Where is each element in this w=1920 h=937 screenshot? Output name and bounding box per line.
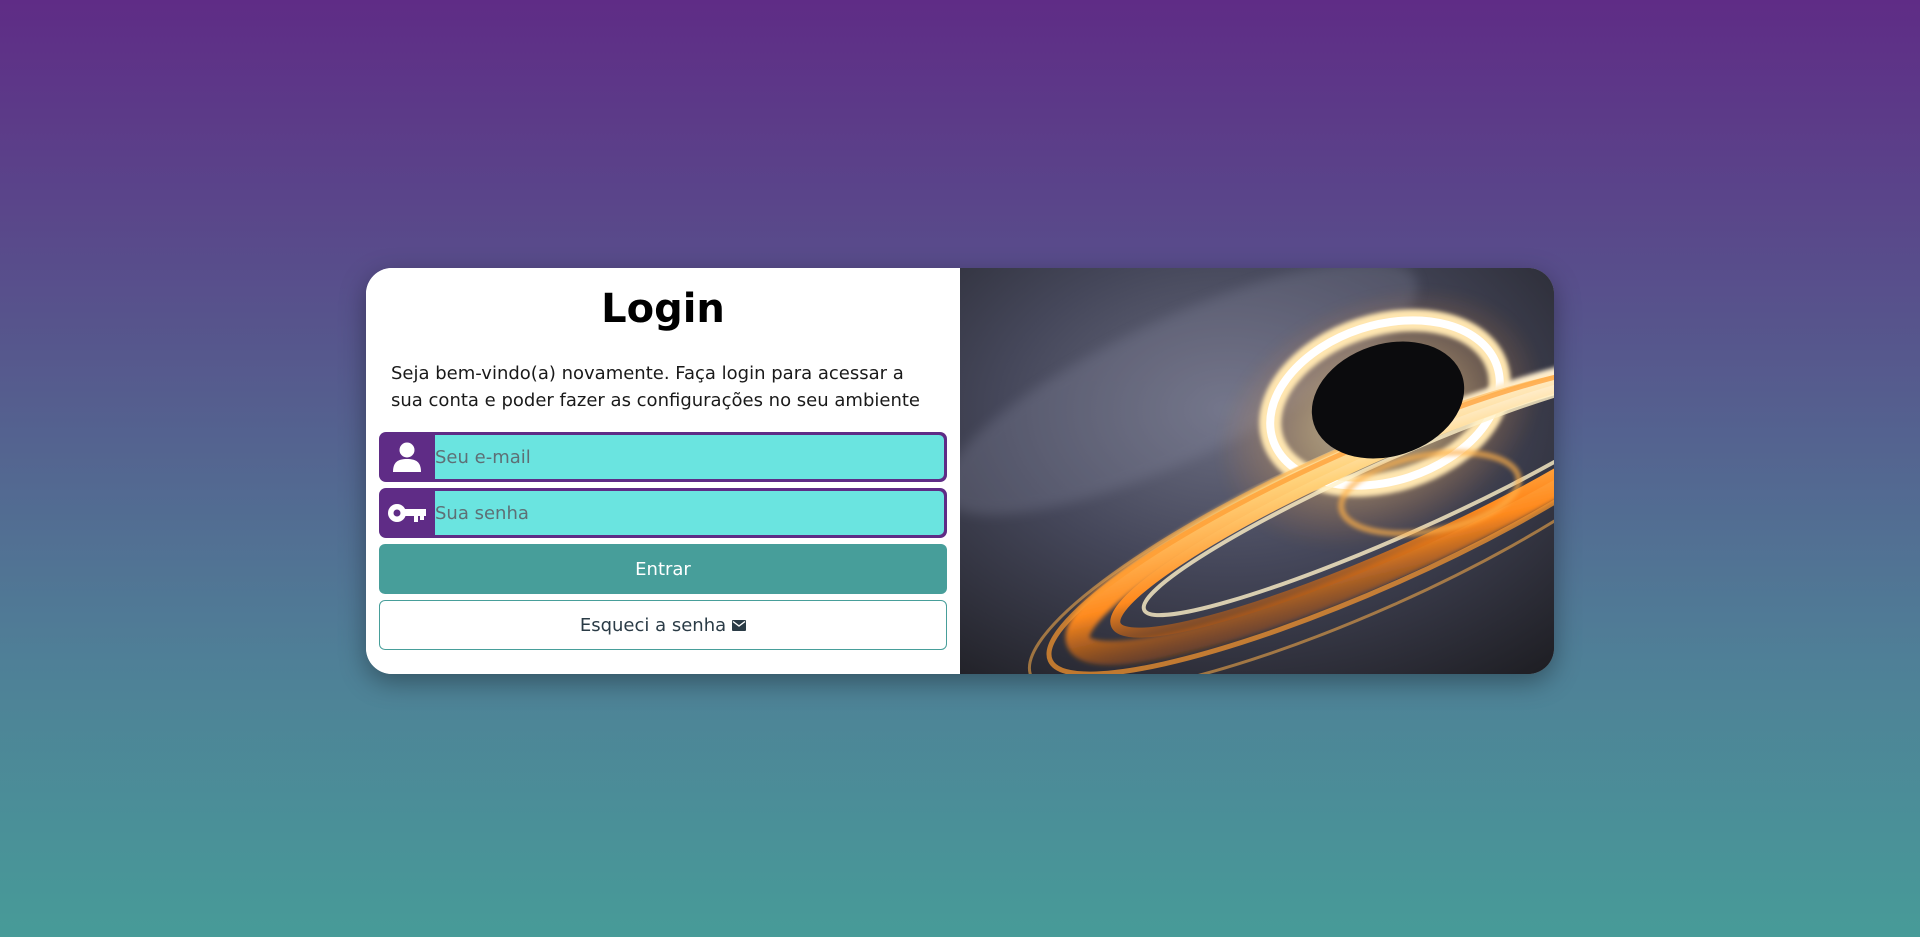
forgot-password-button[interactable]: Esqueci a senha	[379, 600, 947, 650]
login-card: Login Seja bem-vindo(a) novamente. Faça …	[366, 268, 1554, 674]
forgot-password-label: Esqueci a senha	[579, 614, 727, 636]
welcome-text: Seja bem-vindo(a) novamente. Faça login …	[391, 363, 920, 411]
page-title: Login	[601, 286, 725, 332]
login-button[interactable]: Entrar	[379, 544, 947, 594]
email-field[interactable]	[435, 435, 944, 479]
password-field-group	[379, 488, 947, 538]
password-field[interactable]	[435, 491, 944, 535]
email-field-group	[379, 432, 947, 482]
hero-image	[960, 268, 1554, 674]
user-icon	[379, 432, 435, 482]
envelope-icon	[732, 615, 747, 636]
black-hole-illustration	[960, 268, 1554, 674]
login-panel: Login Seja bem-vindo(a) novamente. Faça …	[366, 268, 960, 674]
key-icon	[379, 488, 435, 538]
